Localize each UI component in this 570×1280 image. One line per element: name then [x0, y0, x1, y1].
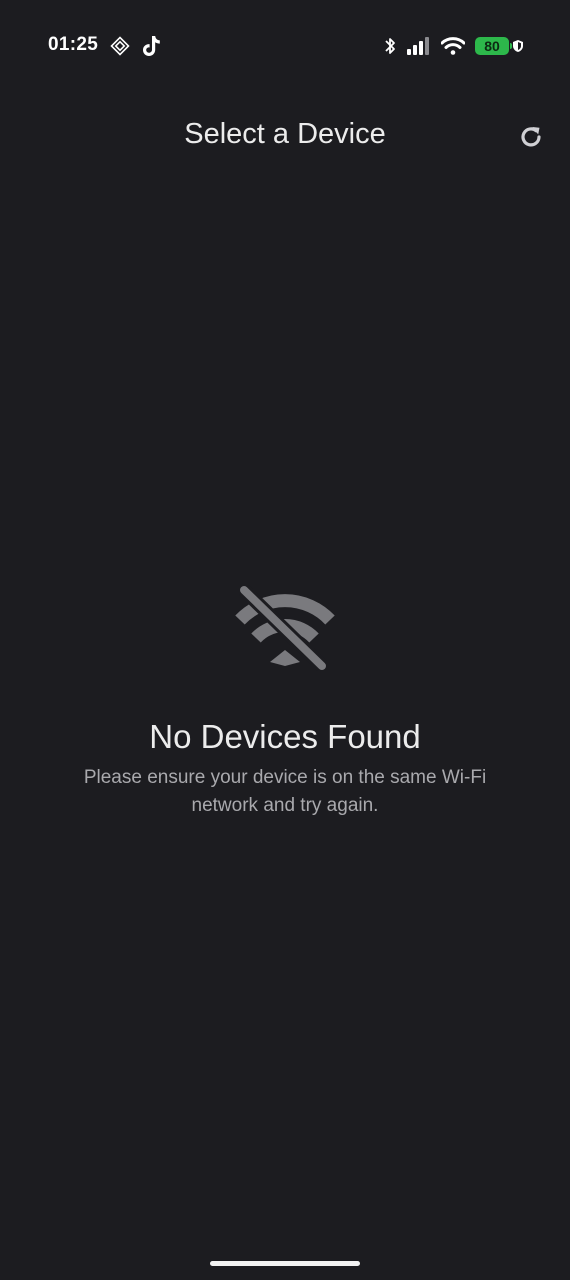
battery-icon: 80 — [475, 37, 512, 55]
header: Select a Device — [0, 104, 570, 168]
wifi-icon — [441, 37, 465, 55]
empty-state-message: Please ensure your device is on the same… — [83, 767, 487, 816]
diamond-app-icon — [110, 36, 130, 56]
refresh-button[interactable] — [514, 120, 548, 154]
battery-group: 80 — [475, 37, 524, 55]
signal-icon — [407, 37, 429, 55]
page-title: Select a Device — [184, 118, 386, 150]
bluetooth-icon — [385, 38, 395, 54]
refresh-icon — [521, 127, 541, 147]
tiktok-icon — [143, 36, 160, 56]
wifi-off-icon — [235, 584, 335, 672]
empty-state-title: No Devices Found — [149, 718, 421, 755]
status-bar: 01:25 80 — [0, 0, 570, 92]
shield-icon — [513, 40, 523, 52]
status-right-icons: 80 — [383, 34, 524, 58]
empty-state: No Devices Found Please ensure your devi… — [0, 580, 570, 820]
battery-level: 80 — [484, 38, 500, 54]
home-indicator[interactable] — [210, 1261, 360, 1266]
status-time: 01:25 — [48, 34, 99, 55]
device-selection-screen: 01:25 80 Select a Device No Devices Foun… — [0, 0, 570, 1280]
